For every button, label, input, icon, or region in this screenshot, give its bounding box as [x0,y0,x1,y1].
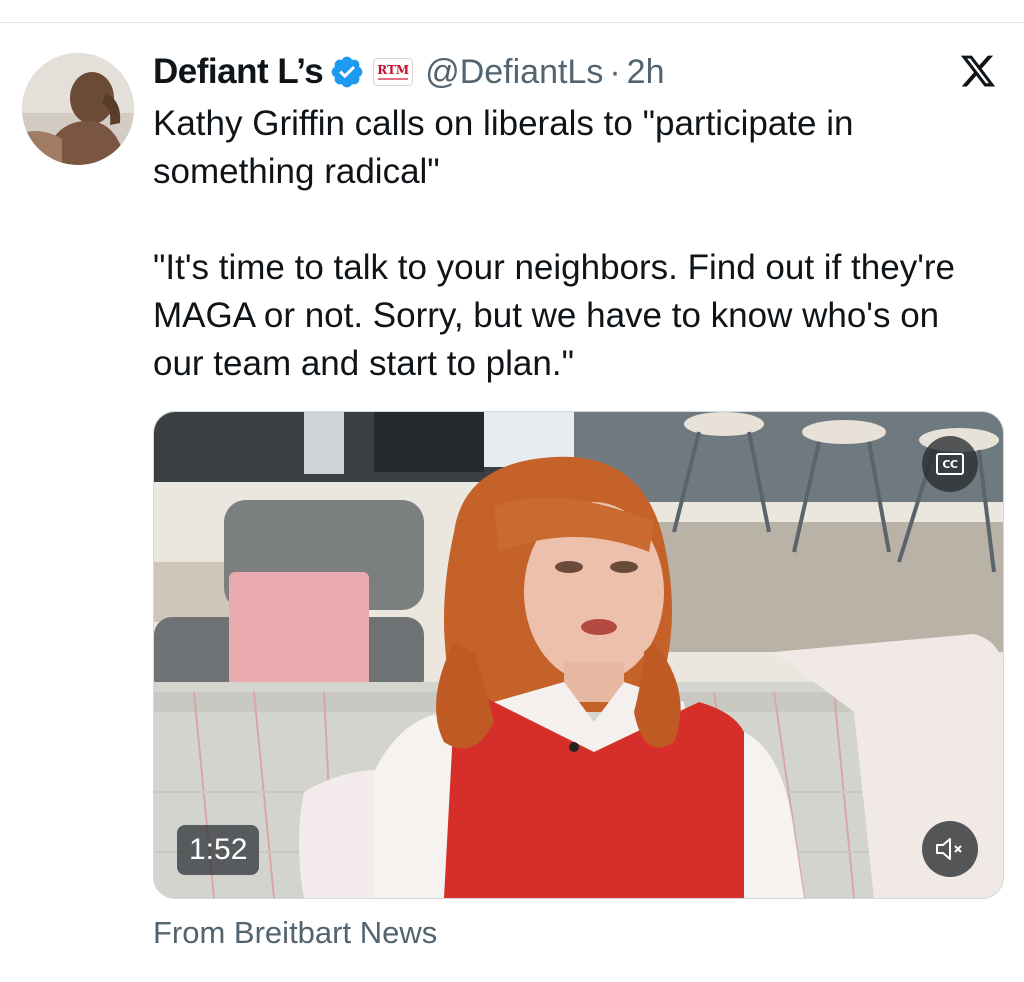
video-duration: 1:52 [177,825,260,875]
handle[interactable]: @DefiantLs [425,53,603,92]
volume-button[interactable] [922,821,978,877]
verified-badge-icon[interactable] [329,54,365,90]
affiliate-badge-underline [378,78,409,80]
avatar[interactable] [22,53,134,165]
video-player[interactable]: CC 1:52 [153,411,1004,899]
separator-dot: · [609,52,621,91]
affiliate-badge[interactable]: RTM [373,58,414,86]
x-logo-icon[interactable] [958,52,998,90]
captions-button[interactable]: CC [922,436,978,492]
tweet-text: Kathy Griffin calls on liberals to "part… [153,100,993,388]
tweet-text-paragraph: "It's time to talk to your neighbors. Fi… [153,248,955,383]
tweet-header: Defiant L’s RTM @DefiantLs · 2h [153,48,665,96]
media-source-link[interactable]: From Breitbart News [153,915,437,951]
closed-captions-icon: CC [936,453,964,475]
tweet-action-bar [153,972,1002,982]
top-divider [0,22,1024,23]
volume-muted-icon [936,838,962,860]
avatar-image [22,53,134,165]
tweet-text-paragraph: Kathy Griffin calls on liberals to "part… [153,104,854,191]
video-frame [154,412,1003,898]
affiliate-badge-label: RTM [377,63,410,77]
display-name[interactable]: Defiant L’s [153,52,324,92]
timestamp[interactable]: 2h [627,53,665,92]
